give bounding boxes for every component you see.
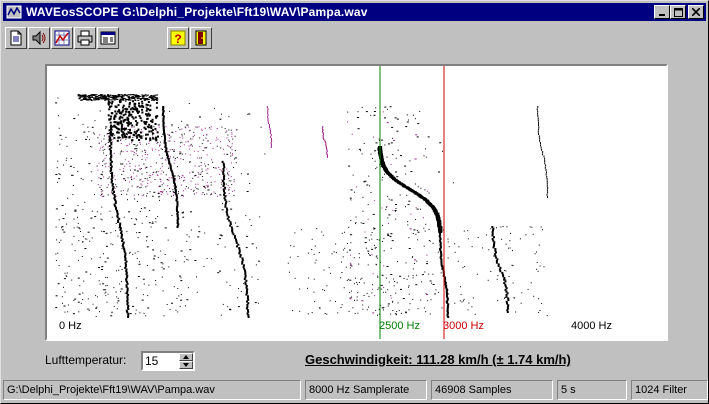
minimize-button[interactable] bbox=[654, 5, 670, 19]
temperature-value[interactable]: 15 bbox=[145, 354, 158, 368]
window-button[interactable] bbox=[97, 27, 119, 49]
status-samplerate: 8000 Hz Samplerate bbox=[305, 380, 427, 400]
maximize-button[interactable] bbox=[670, 5, 686, 19]
speed-result: Geschwindigkeit: 111.28 km/h (± 1.74 km/… bbox=[305, 352, 571, 367]
close-icon bbox=[692, 8, 700, 16]
status-bar: G:\Delphi_Projekte\Fft19\WAV\Pampa.wav 8… bbox=[3, 380, 708, 400]
spectrogram-canvas[interactable] bbox=[47, 66, 666, 339]
spin-up-button[interactable] bbox=[179, 353, 193, 361]
app-icon bbox=[6, 5, 22, 19]
close-button[interactable] bbox=[688, 5, 704, 19]
status-samples: 46908 Samples bbox=[431, 380, 553, 400]
print-button[interactable] bbox=[74, 27, 96, 49]
status-duration: 5 s bbox=[557, 380, 627, 400]
chart-grid-icon bbox=[54, 30, 70, 46]
svg-text:?: ? bbox=[174, 32, 181, 46]
spectrogram-panel: 0 Hz 2500 Hz 3000 Hz 4000 Hz bbox=[45, 64, 668, 341]
window-title: WAVEosSCOPE G:\Delphi_Projekte\Fft19\WAV… bbox=[26, 5, 368, 19]
exit-door-icon bbox=[195, 30, 207, 46]
freq-label-0hz: 0 Hz bbox=[59, 320, 82, 332]
open-file-button[interactable] bbox=[5, 27, 27, 49]
spin-down-button[interactable] bbox=[179, 361, 193, 369]
help-button[interactable]: ? bbox=[167, 27, 189, 49]
status-filter: 1024 Filter bbox=[631, 380, 708, 400]
status-path: G:\Delphi_Projekte\Fft19\WAV\Pampa.wav bbox=[3, 380, 301, 400]
print-icon bbox=[77, 30, 93, 46]
temperature-label: Lufttemperatur: bbox=[45, 353, 127, 367]
chart-button[interactable] bbox=[51, 27, 73, 49]
caption-buttons bbox=[654, 5, 704, 19]
arrow-up-icon bbox=[183, 355, 189, 359]
help-icon: ? bbox=[170, 30, 186, 46]
temperature-spinner[interactable]: 15 bbox=[141, 351, 195, 371]
minimize-icon bbox=[659, 14, 665, 16]
controls-row: Lufttemperatur: 15 Geschwindigkeit: 111.… bbox=[1, 351, 709, 375]
arrow-down-icon bbox=[183, 363, 189, 367]
window-icon bbox=[100, 31, 116, 45]
open-file-icon bbox=[10, 30, 22, 46]
main-window: WAVEosSCOPE G:\Delphi_Projekte\Fft19\WAV… bbox=[0, 0, 709, 404]
freq-label-2500hz: 2500 Hz bbox=[379, 320, 420, 332]
freq-label-3000hz: 3000 Hz bbox=[443, 320, 484, 332]
exit-button[interactable] bbox=[190, 27, 212, 49]
title-bar[interactable]: WAVEosSCOPE G:\Delphi_Projekte\Fft19\WAV… bbox=[3, 3, 706, 21]
speaker-icon bbox=[32, 30, 46, 46]
maximize-icon bbox=[673, 7, 683, 17]
freq-label-4000hz: 4000 Hz bbox=[571, 320, 612, 332]
sound-button[interactable] bbox=[28, 27, 50, 49]
